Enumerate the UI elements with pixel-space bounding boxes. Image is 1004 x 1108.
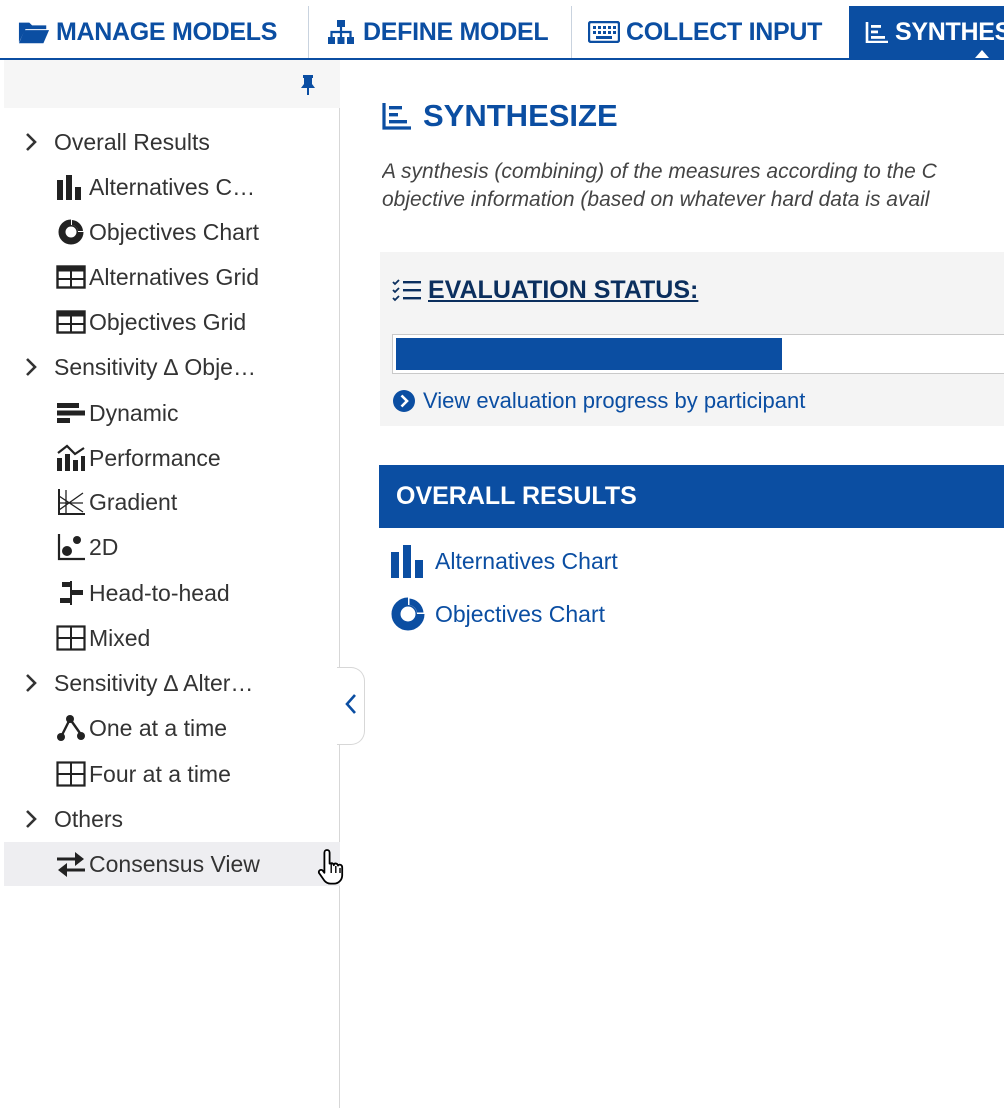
grid-icon (54, 760, 87, 788)
sidebar-item-label: Alternatives C… (89, 173, 256, 200)
sidebar-group-sensitivity-objectives[interactable]: Sensitivity ∆ Obje… (4, 345, 340, 389)
donut-chart-icon (54, 218, 87, 246)
sidebar-item-gradient[interactable]: Gradient (4, 480, 340, 524)
sidebar-item-label: Dynamic (89, 399, 179, 426)
sidebar-item-label: Sensitivity ∆ Alter… (54, 669, 254, 696)
sidebar-item-label: Others (54, 805, 124, 832)
chevron-left-icon (344, 692, 358, 721)
list-chart-icon (865, 18, 889, 46)
sidebar: Overall Results Alternatives C… Objectiv… (4, 60, 340, 1108)
sidebar-item-label: 2D (89, 533, 119, 560)
nodes-icon (54, 714, 87, 742)
sidebar-item-alternatives-chart[interactable]: Alternatives C… (4, 165, 340, 209)
objectives-chart-label: Objectives Chart (435, 600, 606, 627)
sidebar-item-mixed[interactable]: Mixed (4, 616, 340, 660)
page-title-text: SYNTHESIZE (423, 98, 618, 133)
chevron-right-icon (24, 355, 50, 379)
sidebar-item-label: Head-to-head (89, 579, 230, 606)
evaluation-progress-bar (392, 334, 1004, 374)
sidebar-group-sensitivity-alternatives[interactable]: Sensitivity ∆ Alter… (4, 661, 340, 705)
sidebar-item-label: Consensus View (89, 850, 260, 877)
sidebar-collapse-button[interactable] (337, 667, 365, 745)
tab-label: COLLECT INPUT (626, 17, 823, 46)
overall-results-title: OVERALL RESULTS (396, 482, 637, 510)
performance-chart-icon (54, 444, 87, 472)
tab-define-model[interactable]: DEFINE MODEL (308, 6, 571, 58)
sitemap-icon (325, 18, 357, 46)
sidebar-item-objectives-chart[interactable]: Objectives Chart (4, 210, 340, 254)
tab-manage-models[interactable]: MANAGE MODELS (18, 6, 308, 58)
sidebar-header (4, 60, 340, 108)
sidebar-item-four-at-a-time[interactable]: Four at a time (4, 752, 340, 796)
circle-chevron-right-icon (392, 389, 416, 413)
chevron-right-icon (24, 130, 50, 154)
view-progress-label: View evaluation progress by participant (423, 388, 806, 413)
pin-icon[interactable] (298, 74, 318, 96)
sidebar-item-one-at-a-time[interactable]: One at a time (4, 706, 340, 750)
tab-label: SYNTHESIZE (895, 17, 1004, 46)
alternatives-chart-link[interactable]: Alternatives Chart (389, 539, 618, 583)
exchange-arrows-icon (54, 850, 87, 878)
sidebar-item-label: Objectives Grid (89, 308, 247, 335)
bar-chart-icon (389, 543, 427, 579)
chevron-right-icon (24, 671, 50, 695)
sidebar-item-objectives-grid[interactable]: Objectives Grid (4, 300, 340, 344)
objectives-chart-link[interactable]: Objectives Chart (389, 592, 605, 636)
description-line: objective information (based on whatever… (382, 188, 930, 211)
top-tab-bar: MANAGE MODELS DEFINE MODEL COLLECT INPUT… (0, 0, 1004, 60)
sidebar-item-performance[interactable]: Performance (4, 436, 340, 480)
checklist-icon (392, 277, 422, 303)
tab-label: MANAGE MODELS (56, 17, 278, 46)
sidebar-item-label: Overall Results (54, 128, 210, 155)
grid-icon (54, 263, 87, 291)
sidebar-item-label: Mixed (89, 624, 151, 651)
active-tab-indicator (975, 50, 989, 58)
grid-icon (54, 308, 87, 336)
sidebar-item-head-to-head[interactable]: Head-to-head (4, 571, 340, 615)
sidebar-item-2d[interactable]: 2D (4, 525, 340, 569)
progress-fill (396, 338, 782, 370)
horizontal-bars-icon (54, 399, 87, 427)
sidebar-item-label: Performance (89, 444, 221, 471)
grid-icon (54, 624, 87, 652)
sidebar-item-label: Sensitivity ∆ Obje… (54, 353, 256, 380)
evaluation-status-panel: EVALUATION STATUS: View evaluation progr… (380, 252, 1004, 426)
hand-cursor-icon (316, 847, 350, 887)
donut-chart-icon (389, 596, 427, 632)
head-to-head-icon (54, 579, 87, 607)
tab-synthesize[interactable]: SYNTHESIZE (849, 6, 1004, 58)
overall-results-header: OVERALL RESULTS (379, 465, 1004, 528)
evaluation-status-label: EVALUATION STATUS: (428, 275, 699, 304)
evaluation-status-title[interactable]: EVALUATION STATUS: (392, 274, 698, 306)
sidebar-group-overall-results[interactable]: Overall Results (4, 120, 340, 164)
keyboard-icon (588, 18, 620, 46)
description-line: A synthesis (combining) of the measures … (382, 160, 937, 183)
chevron-right-icon (24, 807, 50, 831)
tab-label: DEFINE MODEL (363, 17, 549, 46)
bar-chart-icon (54, 173, 87, 201)
page-title: SYNTHESIZE (381, 96, 618, 136)
sidebar-item-alternatives-grid[interactable]: Alternatives Grid (4, 255, 340, 299)
tab-collect-input[interactable]: COLLECT INPUT (571, 6, 849, 58)
gradient-chart-icon (54, 488, 87, 516)
list-chart-icon (381, 101, 415, 131)
sidebar-item-label: Four at a time (89, 760, 231, 787)
sidebar-item-label: One at a time (89, 714, 228, 741)
sidebar-item-dynamic[interactable]: Dynamic (4, 391, 340, 435)
sidebar-item-label: Alternatives Grid (89, 263, 260, 290)
page-description: A synthesis (combining) of the measures … (382, 158, 1004, 214)
alternatives-chart-label: Alternatives Chart (435, 547, 618, 574)
folder-open-icon (18, 18, 50, 46)
view-progress-link[interactable]: View evaluation progress by participant (392, 386, 805, 416)
sidebar-group-others[interactable]: Others (4, 797, 340, 841)
scatter-icon (54, 533, 87, 561)
sidebar-item-label: Objectives Chart (89, 218, 260, 245)
sidebar-item-consensus-view[interactable]: Consensus View (4, 842, 340, 886)
sidebar-item-label: Gradient (89, 488, 178, 515)
